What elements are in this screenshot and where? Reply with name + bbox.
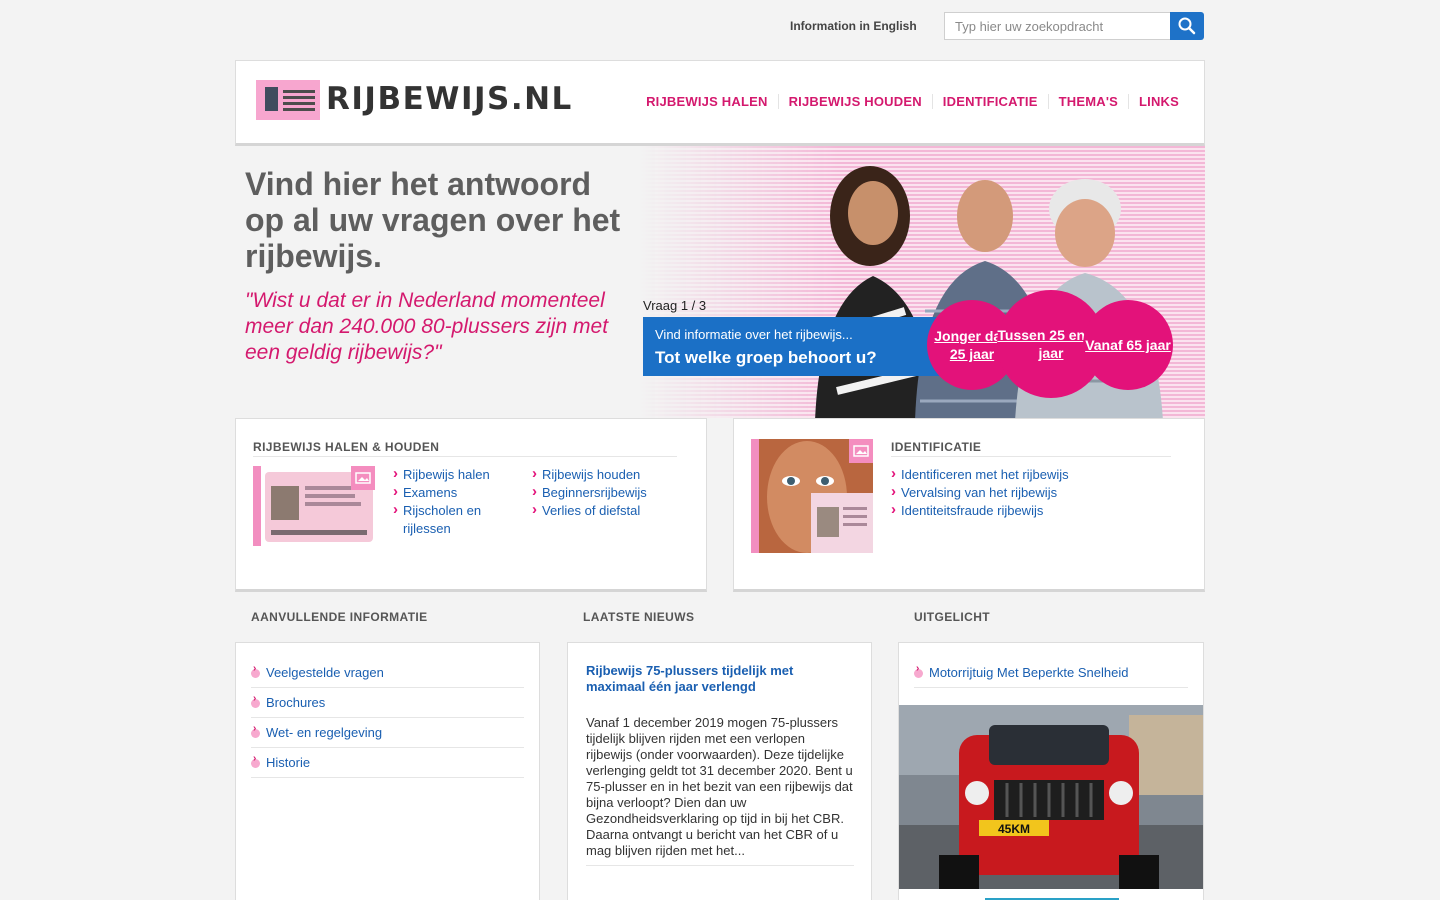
link-brochures[interactable]: Brochures [251, 688, 524, 718]
link-rijbewijs-halen[interactable]: Rijbewijs halen [393, 465, 523, 484]
nav-rijbewijs-halen[interactable]: RIJBEWIJS HALEN [636, 94, 777, 109]
panel-title: RIJBEWIJS HALEN & HOUDEN [253, 440, 677, 457]
image-icon [351, 466, 375, 490]
panel-aanvullend: Veelgestelde vragen Brochures Wet- en re… [235, 642, 540, 900]
heading-aanvullend: AANVULLENDE INFORMATIE [251, 610, 428, 624]
heading-nieuws: LAATSTE NIEUWS [583, 610, 695, 624]
search-bar [944, 12, 1204, 40]
site-header: RIJBEWIJS.NL RIJBEWIJS HALEN RIJBEWIJS H… [235, 60, 1205, 146]
uitgelicht-list: Motorrijtuig Met Beperkte Snelheid [914, 658, 1188, 688]
link-rijbewijs-houden[interactable]: Rijbewijs houden [532, 465, 692, 484]
aanvullend-list: Veelgestelde vragen Brochures Wet- en re… [251, 658, 524, 778]
license-card-icon [256, 80, 320, 120]
links-identificatie: Identificeren met het rijbewijs Vervalsi… [891, 465, 1181, 520]
search-input[interactable] [944, 12, 1171, 40]
link-vervalsing[interactable]: Vervalsing van het rijbewijs [891, 483, 1181, 502]
link-identiteitsfraude[interactable]: Identiteitsfraude rijbewijs [891, 501, 1181, 520]
hero-title: Vind hier het antwoord op al uw vragen o… [245, 166, 621, 274]
question-subtitle: Vind informatie over het rijbewijs... [655, 327, 853, 342]
license-thumbnail[interactable] [253, 466, 375, 546]
nav-links[interactable]: LINKS [1128, 94, 1189, 109]
link-veelgestelde-vragen[interactable]: Veelgestelde vragen [251, 658, 524, 688]
links-col-2: Rijbewijs houden Beginnersrijbewijs Verl… [532, 465, 692, 520]
panel-rijbewijs: RIJBEWIJS HALEN & HOUDEN Rijbewijs halen… [235, 418, 707, 592]
main-nav: RIJBEWIJS HALEN RIJBEWIJS HOUDEN IDENTIF… [636, 94, 1189, 109]
panel-uitgelicht: Motorrijtuig Met Beperkte Snelheid 45KM [898, 642, 1204, 900]
news-title-link[interactable]: Rijbewijs 75-plussers tijdelijk met maxi… [586, 663, 836, 695]
link-examens[interactable]: Examens [393, 483, 523, 502]
english-info-link[interactable]: Information in English [790, 19, 917, 33]
answer-65-plus[interactable]: Vanaf 65 jaar [1083, 300, 1173, 390]
identification-thumbnail[interactable] [751, 439, 873, 553]
panel-title: IDENTIFICATIE [891, 440, 1171, 457]
image-icon [849, 439, 873, 463]
nav-identificatie[interactable]: IDENTIFICATIE [931, 94, 1048, 109]
heading-uitgelicht: UITGELICHT [914, 610, 990, 624]
search-button[interactable] [1170, 12, 1204, 40]
link-identificeren[interactable]: Identificeren met het rijbewijs [891, 465, 1181, 484]
logo-text: RIJBEWIJS.NL [326, 81, 573, 117]
link-motorrijtuig[interactable]: Motorrijtuig Met Beperkte Snelheid [914, 658, 1188, 688]
news-body: Vanaf 1 december 2019 mogen 75-plussers … [586, 715, 854, 866]
link-rijscholen[interactable]: Rijscholen en rijlessen [393, 501, 493, 538]
panel-identificatie: IDENTIFICATIE Identificeren met het rijb… [733, 418, 1205, 592]
question-title: Tot welke groep behoort u? [655, 348, 877, 367]
link-historie[interactable]: Historie [251, 748, 524, 778]
question-box: Vind informatie over het rijbewijs... To… [643, 317, 943, 376]
nav-rijbewijs-houden[interactable]: RIJBEWIJS HOUDEN [777, 94, 932, 109]
license-plate-text: 45KM [998, 822, 1030, 836]
featured-car-image[interactable]: 45KM [899, 705, 1203, 889]
question-counter: Vraag 1 / 3 [643, 298, 707, 313]
link-wet-regelgeving[interactable]: Wet- en regelgeving [251, 718, 524, 748]
site-logo[interactable]: RIJBEWIJS.NL [256, 80, 571, 122]
nav-themas[interactable]: THEMA'S [1047, 94, 1128, 109]
link-beginnersrijbewijs[interactable]: Beginnersrijbewijs [532, 483, 692, 502]
hero-quote: "Wist u dat er in Nederland momenteel me… [245, 289, 609, 364]
links-col-1: Rijbewijs halen Examens Rijscholen en ri… [393, 465, 523, 538]
panel-nieuws: Rijbewijs 75-plussers tijdelijk met maxi… [567, 642, 872, 900]
link-verlies-diefstal[interactable]: Verlies of diefstal [532, 501, 692, 520]
search-icon [1178, 17, 1196, 35]
hero-banner: Vind hier het antwoord op al uw vragen o… [235, 146, 1205, 418]
